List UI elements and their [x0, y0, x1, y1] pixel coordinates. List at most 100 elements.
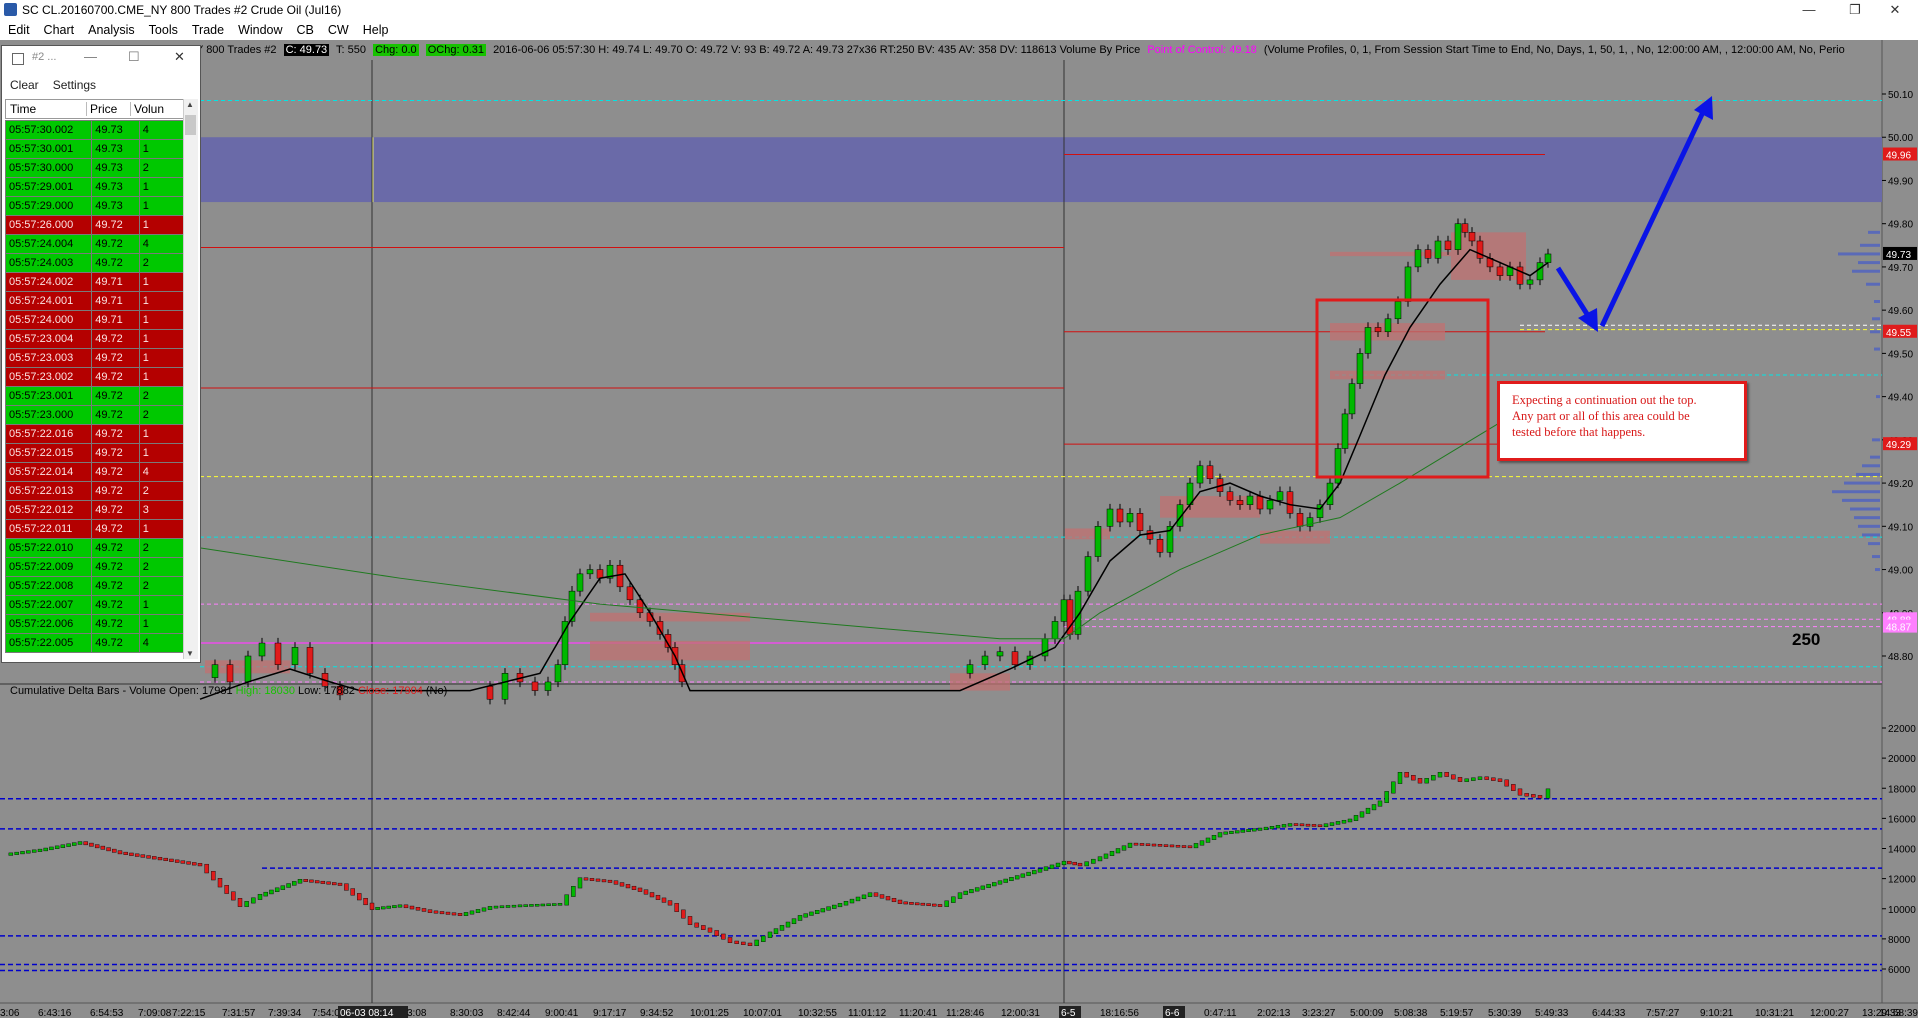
candle: [1414, 249, 1422, 268]
delta-bar: [369, 902, 375, 910]
delta-bar: [1252, 828, 1257, 832]
menu-chart[interactable]: Chart: [44, 20, 75, 40]
ts-cell-price: 49.73: [91, 196, 140, 216]
delta-bar: [1163, 844, 1169, 847]
ts-row[interactable]: 05:57:24.004 49.72 4: [4, 234, 186, 254]
ts-row[interactable]: 05:57:24.002 49.71 1: [4, 272, 186, 292]
ts-col-volume[interactable]: Volun: [130, 102, 164, 116]
delta-bar: [211, 870, 216, 881]
delta-bar: [1371, 804, 1377, 811]
delta-bar: [337, 882, 343, 886]
time-axis-label: 11:01:12: [848, 1008, 887, 1018]
menu-cw[interactable]: CW: [328, 20, 349, 40]
menu-edit[interactable]: Edit: [8, 20, 30, 40]
time-and-sales-window[interactable]: #2 ... — ☐ ✕ Clear Settings Time Price Vo…: [1, 45, 201, 663]
candle: [1236, 500, 1244, 505]
ts-row[interactable]: 05:57:30.002 49.73 4: [4, 120, 186, 140]
ts-row[interactable]: 05:57:23.000 49.72 2: [4, 405, 186, 425]
volume-profile-bar: [1862, 464, 1880, 468]
delta-bar: [1384, 791, 1389, 803]
delta-bar: [1377, 800, 1383, 807]
time-axis-label: 6:43:16: [38, 1008, 72, 1018]
ts-cell-time: 05:57:30.001: [4, 139, 93, 159]
ts-row[interactable]: 05:57:24.001 49.71 1: [4, 291, 186, 311]
delta-bar: [1175, 844, 1181, 848]
delta-bar: [791, 918, 797, 925]
scroll-up-icon[interactable]: ▲: [186, 100, 194, 109]
delta-bar: [849, 898, 855, 904]
ts-row[interactable]: 05:57:29.001 49.73 1: [4, 177, 186, 197]
ts-minimize-icon[interactable]: —: [84, 49, 97, 64]
ts-row[interactable]: 05:57:22.007 49.72 1: [4, 595, 186, 615]
menu-help[interactable]: Help: [363, 20, 389, 40]
ts-col-price[interactable]: Price: [86, 102, 117, 116]
delta-bar: [926, 903, 931, 906]
ts-cell-volume: 1: [138, 310, 186, 330]
ts-settings-button[interactable]: Settings: [53, 78, 96, 92]
chart-canvas[interactable]: 50.10 50.00 49.90 49.80 49.70 49.60 49.50 49.40…: [0, 40, 1918, 1018]
delta-bar: [1084, 861, 1089, 867]
ts-row[interactable]: 05:57:30.001 49.73 1: [4, 139, 186, 159]
delta-bar: [1451, 774, 1456, 780]
ts-row[interactable]: 05:57:22.010 49.72 2: [4, 538, 186, 558]
candle: [1516, 266, 1524, 285]
ts-row[interactable]: 05:57:23.003 49.72 1: [4, 348, 186, 368]
ts-row[interactable]: 05:57:23.001 49.72 2: [4, 386, 186, 406]
ts-close-icon[interactable]: ✕: [174, 49, 185, 65]
candle: [1526, 279, 1534, 285]
delta-bar: [909, 902, 914, 905]
delta-bar: [1109, 851, 1115, 856]
scroll-thumb[interactable]: [185, 115, 196, 135]
delta-bar: [1464, 778, 1469, 782]
ts-row[interactable]: 05:57:22.005 49.72 4: [4, 633, 186, 653]
ts-row[interactable]: 05:57:30.000 49.73 2: [4, 158, 186, 178]
ts-row[interactable]: 05:57:22.012 49.72 3: [4, 500, 186, 520]
delta-bar: [1115, 848, 1121, 854]
menu-trade[interactable]: Trade: [192, 20, 224, 40]
menu-tools[interactable]: Tools: [149, 20, 178, 40]
ts-row[interactable]: 05:57:23.002 49.72 1: [4, 367, 186, 387]
ts-row[interactable]: 05:57:26.000 49.72 1: [4, 215, 186, 235]
delta-bar: [1269, 826, 1275, 830]
ts-col-time[interactable]: Time: [10, 102, 36, 116]
candle: [1266, 500, 1274, 510]
ts-row[interactable]: 05:57:22.009 49.72 2: [4, 557, 186, 577]
menu-window[interactable]: Window: [238, 20, 282, 40]
delta-bar: [1127, 842, 1133, 848]
menu-cb[interactable]: CB: [297, 20, 314, 40]
time-axis-label: 6:54:53: [90, 1008, 124, 1018]
minimize-button[interactable]: —: [1786, 0, 1832, 20]
ts-clear-button[interactable]: Clear: [10, 78, 39, 92]
delta-bar: [303, 879, 308, 882]
scroll-down-icon[interactable]: ▼: [186, 649, 194, 658]
delta-bar: [944, 900, 949, 907]
ts-row[interactable]: 05:57:22.008 49.72 2: [4, 576, 186, 596]
ts-row[interactable]: 05:57:23.004 49.72 1: [4, 329, 186, 349]
menu-analysis[interactable]: Analysis: [88, 20, 135, 40]
candle: [966, 664, 974, 674]
ts-row[interactable]: 05:57:24.003 49.72 2: [4, 253, 186, 273]
ts-row[interactable]: 05:57:22.015 49.72 1: [4, 443, 186, 463]
time-axis-label: 5:00:09: [1350, 1008, 1384, 1018]
delta-bar: [1299, 823, 1305, 827]
ts-cell-volume: 1: [138, 595, 186, 615]
ts-row[interactable]: 05:57:22.011 49.72 1: [4, 519, 186, 539]
delta-bar: [1121, 845, 1127, 851]
ts-column-header: Time Price Volun: [5, 99, 185, 119]
ts-row[interactable]: 05:57:22.016 49.72 1: [4, 424, 186, 444]
close-button[interactable]: ✕: [1872, 0, 1918, 20]
ts-row[interactable]: 05:57:29.000 49.73 1: [4, 196, 186, 216]
delta-bar: [625, 884, 631, 889]
ts-row[interactable]: 05:57:22.014 49.72 4: [4, 462, 186, 482]
candle: [1544, 253, 1552, 263]
ts-row[interactable]: 05:57:22.006 49.72 1: [4, 614, 186, 634]
candle: [1348, 383, 1356, 415]
ts-scrollbar[interactable]: ▲ ▼: [183, 99, 198, 659]
delta-bar: [1103, 853, 1109, 859]
ts-row[interactable]: 05:57:24.000 49.71 1: [4, 310, 186, 330]
volume-profile-bar: [1844, 481, 1880, 485]
ts-cell-time: 05:57:22.005: [4, 633, 93, 653]
delta-bar: [83, 841, 88, 846]
ts-maximize-icon[interactable]: ☐: [128, 49, 140, 65]
ts-row[interactable]: 05:57:22.013 49.72 2: [4, 481, 186, 501]
